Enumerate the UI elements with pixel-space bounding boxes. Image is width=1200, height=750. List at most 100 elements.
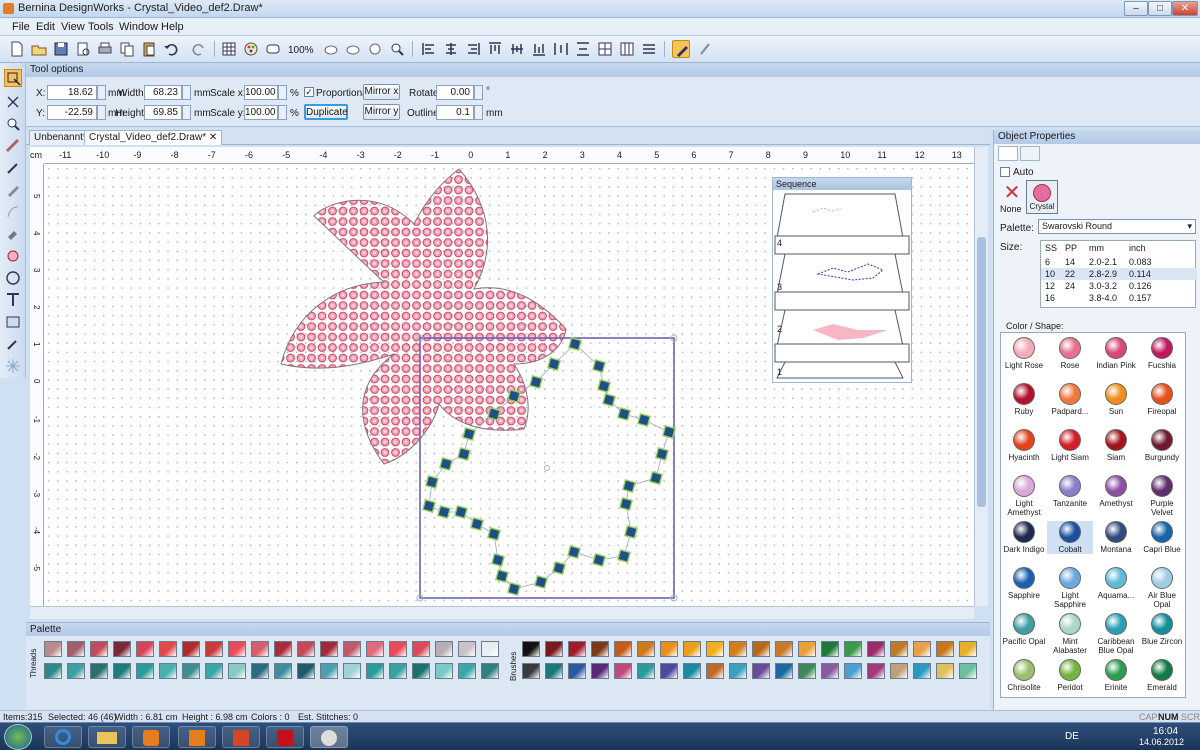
crystal-color-amethyst[interactable]: Amethyst: [1093, 475, 1139, 508]
print-preview-icon[interactable]: [74, 40, 92, 58]
media-taskbar-icon[interactable]: [132, 726, 170, 748]
order-icon[interactable]: [640, 40, 658, 58]
powerpoint-taskbar-icon[interactable]: [222, 726, 260, 748]
proportional-checkbox[interactable]: ✓: [304, 87, 314, 97]
crystal-color-light-sapphire[interactable]: Light Sapphire: [1047, 567, 1093, 609]
size-row[interactable]: 16 3.8-4.0 0.157: [1041, 292, 1197, 304]
sequence-item-2[interactable]: 2: [777, 324, 782, 334]
blue-crystal-gem[interactable]: [567, 545, 581, 559]
palette-swatch[interactable]: [389, 663, 407, 679]
size-row[interactable]: 10 22 2.8-2.9 0.114: [1041, 268, 1197, 280]
horizontal-scrollbar[interactable]: [30, 606, 974, 619]
palette-swatch[interactable]: [274, 641, 292, 657]
image-tool-icon[interactable]: [4, 313, 22, 331]
acrobat-taskbar-icon[interactable]: [266, 726, 304, 748]
palette-swatch[interactable]: [568, 663, 586, 679]
crystal-color-mint-alabaster[interactable]: Mint Alabaster: [1047, 613, 1093, 655]
none-icon[interactable]: ✕: [1000, 182, 1024, 204]
pencil-tool-icon[interactable]: [4, 181, 22, 199]
ie-taskbar-icon[interactable]: [44, 726, 82, 748]
scale-y-input[interactable]: 100.00: [244, 105, 278, 120]
palette-swatch[interactable]: [867, 663, 885, 679]
zoom-tool-icon[interactable]: [4, 115, 22, 133]
menu-window[interactable]: Window: [119, 21, 158, 33]
crystal-color-indian-pink[interactable]: Indian Pink: [1093, 337, 1139, 370]
tab-unbenannt[interactable]: Unbenannt*: [29, 130, 92, 145]
palette-swatch[interactable]: [113, 641, 131, 657]
crystal-color-fireopal[interactable]: Fireopal: [1139, 383, 1185, 416]
crystal-color-blue-zircon[interactable]: Blue Zircon: [1139, 613, 1185, 646]
ungroup-icon[interactable]: [618, 40, 636, 58]
palette-swatch[interactable]: [591, 641, 609, 657]
blue-crystal-gem[interactable]: [495, 569, 509, 583]
palette-swatch[interactable]: [458, 663, 476, 679]
y-spinner[interactable]: [97, 105, 106, 120]
align-middle-icon[interactable]: [508, 40, 526, 58]
crystal-color-hyacinth[interactable]: Hyacinth: [1001, 429, 1047, 462]
palette-swatch[interactable]: [752, 641, 770, 657]
palette-swatch[interactable]: [729, 663, 747, 679]
palette-swatch[interactable]: [545, 663, 563, 679]
blue-crystal-gem[interactable]: [568, 337, 582, 351]
palette-swatch[interactable]: [228, 663, 246, 679]
palette-swatch[interactable]: [729, 641, 747, 657]
auto-checkbox[interactable]: [1000, 167, 1010, 177]
sequence-panel[interactable]: Sequence 4 3 2 1: [772, 177, 912, 383]
y-input[interactable]: -22.59: [47, 105, 97, 120]
pen-tab-icon[interactable]: [1020, 146, 1040, 161]
mirror-y-button[interactable]: Mirror y: [363, 104, 400, 120]
zoom-out-icon[interactable]: [322, 40, 340, 58]
crystal-color-burgundy[interactable]: Burgundy: [1139, 429, 1185, 462]
blue-crystal-gem[interactable]: [439, 457, 453, 471]
crystal-color-dark-indigo[interactable]: Dark Indigo: [1001, 521, 1047, 554]
menu-view[interactable]: View: [61, 21, 85, 33]
palette-swatch[interactable]: [660, 641, 678, 657]
color-wheel-icon[interactable]: [242, 40, 260, 58]
scale-y-spinner[interactable]: [278, 105, 287, 120]
blue-crystal-gem[interactable]: [529, 375, 543, 389]
blue-crystal-gem[interactable]: [547, 357, 561, 371]
blue-crystal-gem[interactable]: [597, 379, 611, 393]
clock-date[interactable]: 14.06.2012: [1139, 737, 1184, 747]
new-file-icon[interactable]: [8, 40, 26, 58]
rotate-spinner[interactable]: [474, 85, 483, 100]
pen-tool-icon[interactable]: [696, 40, 714, 58]
palette-swatch[interactable]: [205, 663, 223, 679]
vertical-scrollbar[interactable]: [974, 147, 988, 606]
start-button-icon[interactable]: [4, 724, 32, 750]
zoom-in-icon[interactable]: [344, 40, 362, 58]
palette-swatch[interactable]: [343, 663, 361, 679]
blue-crystal-gem[interactable]: [534, 575, 548, 589]
menu-tools[interactable]: Tools: [88, 21, 114, 33]
blue-crystal-gem[interactable]: [592, 553, 606, 567]
palette-swatch[interactable]: [228, 641, 246, 657]
palette-swatch[interactable]: [67, 641, 85, 657]
group-icon[interactable]: [596, 40, 614, 58]
outline-spinner[interactable]: [474, 105, 483, 120]
palette-swatch[interactable]: [936, 663, 954, 679]
duplicate-button[interactable]: Duplicate: [304, 104, 348, 120]
palette-swatch[interactable]: [205, 641, 223, 657]
palette-swatch[interactable]: [522, 663, 540, 679]
blue-crystal-gem[interactable]: [637, 413, 651, 427]
blue-crystal-gem[interactable]: [624, 525, 638, 539]
blue-crystal-gem[interactable]: [457, 447, 471, 461]
crystal-color-sapphire[interactable]: Sapphire: [1001, 567, 1047, 600]
blue-crystal-gem[interactable]: [617, 407, 631, 421]
blue-crystal-gem[interactable]: [507, 582, 521, 596]
ruler-tool-icon[interactable]: [4, 137, 22, 155]
menu-edit[interactable]: Edit: [36, 21, 55, 33]
align-bottom-icon[interactable]: [530, 40, 548, 58]
palette-swatch[interactable]: [343, 641, 361, 657]
outline-input[interactable]: 0.1: [436, 105, 474, 120]
pink-flower-shape[interactable]: [280, 168, 567, 465]
explorer-taskbar-icon[interactable]: [88, 726, 126, 748]
height-input[interactable]: 69.85: [144, 105, 182, 120]
palette-swatch[interactable]: [568, 641, 586, 657]
palette-swatch[interactable]: [775, 663, 793, 679]
align-top-icon[interactable]: [486, 40, 504, 58]
crystal-brush-icon[interactable]: [672, 40, 690, 58]
palette-swatch[interactable]: [706, 663, 724, 679]
palette-swatch[interactable]: [959, 663, 977, 679]
palette-swatch[interactable]: [775, 641, 793, 657]
